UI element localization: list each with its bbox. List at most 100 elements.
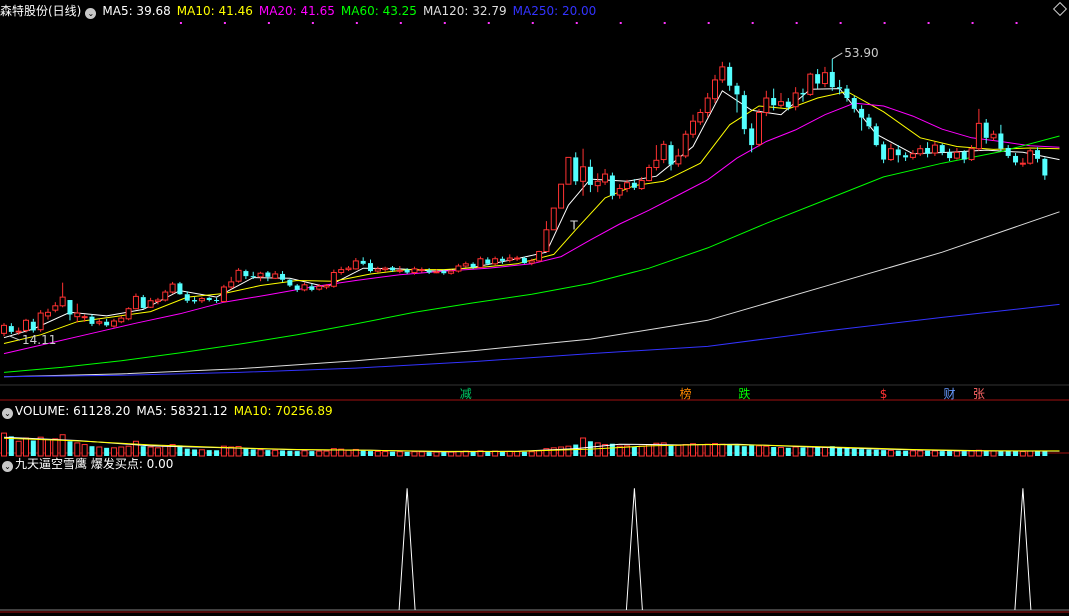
volume-bar[interactable] xyxy=(968,450,975,457)
volume-bar[interactable] xyxy=(404,451,410,456)
candle[interactable] xyxy=(550,207,557,231)
candle[interactable] xyxy=(939,143,945,156)
volume-bar[interactable] xyxy=(792,446,799,457)
candle[interactable] xyxy=(925,142,931,158)
volume-bar[interactable] xyxy=(411,451,418,457)
candle[interactable] xyxy=(44,308,51,320)
volume-bar[interactable] xyxy=(859,449,865,456)
candle[interactable] xyxy=(881,141,887,164)
candle[interactable] xyxy=(338,266,345,275)
candle[interactable] xyxy=(961,150,967,164)
candle[interactable] xyxy=(660,140,667,164)
candle[interactable] xyxy=(1027,147,1034,165)
candle[interactable] xyxy=(565,156,572,185)
volume-bar[interactable] xyxy=(682,444,689,457)
candle[interactable] xyxy=(646,164,653,182)
candle[interactable] xyxy=(580,148,587,196)
volume-bar[interactable] xyxy=(1,432,7,457)
candle[interactable] xyxy=(763,90,770,117)
candle[interactable] xyxy=(206,297,212,302)
candle[interactable] xyxy=(749,123,755,153)
volume-bar[interactable] xyxy=(44,439,51,457)
candle[interactable] xyxy=(368,259,373,273)
volume-bar[interactable] xyxy=(777,446,784,457)
candle[interactable] xyxy=(594,173,601,193)
volume-bar[interactable] xyxy=(800,447,806,456)
volume-bar[interactable] xyxy=(903,450,909,456)
candle[interactable] xyxy=(89,314,95,327)
candle[interactable] xyxy=(96,318,103,326)
volume-bar[interactable] xyxy=(22,437,29,457)
candle[interactable] xyxy=(67,300,73,321)
volume-bar[interactable] xyxy=(675,444,682,457)
candle[interactable] xyxy=(345,265,352,272)
volume-bar[interactable] xyxy=(301,450,308,457)
volume-bar[interactable] xyxy=(881,450,887,456)
candle[interactable] xyxy=(741,90,747,135)
volume-bar[interactable] xyxy=(536,450,543,457)
volume-bar[interactable] xyxy=(418,451,425,457)
volume-bar[interactable] xyxy=(771,447,777,456)
candle[interactable] xyxy=(558,183,565,209)
candle[interactable] xyxy=(147,297,154,308)
candle[interactable] xyxy=(265,271,271,282)
candle[interactable] xyxy=(1013,153,1019,166)
candle[interactable] xyxy=(162,289,169,302)
candle[interactable] xyxy=(917,145,924,156)
volume-bar[interactable] xyxy=(192,449,198,456)
volume-bar[interactable] xyxy=(961,451,967,456)
candle[interactable] xyxy=(257,271,264,282)
volume-bar[interactable] xyxy=(272,449,279,457)
candle[interactable] xyxy=(37,310,44,332)
candle[interactable] xyxy=(653,145,660,171)
volume-bar[interactable] xyxy=(947,451,953,456)
candle[interactable] xyxy=(506,254,513,263)
candle[interactable] xyxy=(59,282,66,308)
volume-bar[interactable] xyxy=(374,450,381,457)
candle[interactable] xyxy=(192,297,198,304)
volume-bar[interactable] xyxy=(30,440,36,456)
volume-bar[interactable] xyxy=(132,440,139,457)
volume-bar[interactable] xyxy=(866,449,872,456)
candle[interactable] xyxy=(382,266,389,272)
chevron-down-icon[interactable]: ⌄ xyxy=(2,408,13,419)
volume-bar[interactable] xyxy=(280,450,286,456)
candle[interactable] xyxy=(499,256,505,264)
volume-bar[interactable] xyxy=(580,437,587,457)
volume-bar[interactable] xyxy=(712,443,719,457)
candle[interactable] xyxy=(132,293,139,310)
candle[interactable] xyxy=(998,124,1004,151)
volume-bar[interactable] xyxy=(59,434,66,457)
volume-bar[interactable] xyxy=(528,451,535,457)
candle[interactable] xyxy=(235,268,242,283)
volume-bar[interactable] xyxy=(631,446,637,456)
volume-bar[interactable] xyxy=(1027,450,1034,457)
candle[interactable] xyxy=(755,108,762,147)
candle[interactable] xyxy=(330,269,337,288)
candle[interactable] xyxy=(616,184,623,199)
volume-bar[interactable] xyxy=(837,447,843,456)
candle[interactable] xyxy=(198,297,205,303)
candle[interactable] xyxy=(228,276,235,290)
volume-bar[interactable] xyxy=(214,450,220,456)
candle[interactable] xyxy=(807,72,814,96)
candle[interactable] xyxy=(712,74,719,104)
volume-bar[interactable] xyxy=(345,449,352,457)
volume-bar[interactable] xyxy=(565,445,572,457)
candle[interactable] xyxy=(1,323,7,337)
volume-bar[interactable] xyxy=(990,450,997,457)
volume-bar[interactable] xyxy=(815,446,821,456)
candle[interactable] xyxy=(214,297,220,303)
candle[interactable] xyxy=(220,284,227,303)
candle[interactable] xyxy=(815,69,821,89)
candle[interactable] xyxy=(909,150,916,160)
candle[interactable] xyxy=(895,145,901,163)
volume-bar[interactable] xyxy=(360,450,366,456)
volume-bar[interactable] xyxy=(887,449,894,457)
candle[interactable] xyxy=(953,147,960,160)
candle[interactable] xyxy=(821,66,828,88)
volume-bar[interactable] xyxy=(1019,451,1026,457)
candle[interactable] xyxy=(609,172,615,200)
volume-bar[interactable] xyxy=(697,444,704,457)
volume-bar[interactable] xyxy=(184,448,190,456)
